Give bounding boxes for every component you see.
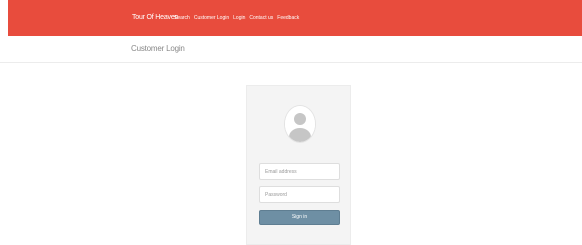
- page-header: Customer Login: [0, 36, 582, 63]
- page-title: Customer Login: [131, 44, 185, 53]
- nav-link-feedback[interactable]: Feedback: [277, 15, 299, 21]
- sign-in-button[interactable]: Sign in: [259, 210, 340, 225]
- password-field[interactable]: [259, 186, 340, 203]
- nav-link-login[interactable]: Login: [233, 15, 245, 21]
- nav-link-search[interactable]: Search: [174, 15, 190, 21]
- email-field[interactable]: [259, 163, 340, 180]
- nav-links: Search Customer Login Login Contact us F…: [174, 15, 299, 21]
- user-icon: [284, 105, 316, 143]
- login-card: Sign in: [246, 85, 351, 245]
- nav-link-customer-login[interactable]: Customer Login: [194, 15, 229, 21]
- brand-link[interactable]: Tour Of Heaven: [132, 14, 178, 21]
- nav-link-contact-us[interactable]: Contact us: [249, 15, 273, 21]
- navbar: Tour Of Heaven Search Customer Login Log…: [8, 0, 582, 36]
